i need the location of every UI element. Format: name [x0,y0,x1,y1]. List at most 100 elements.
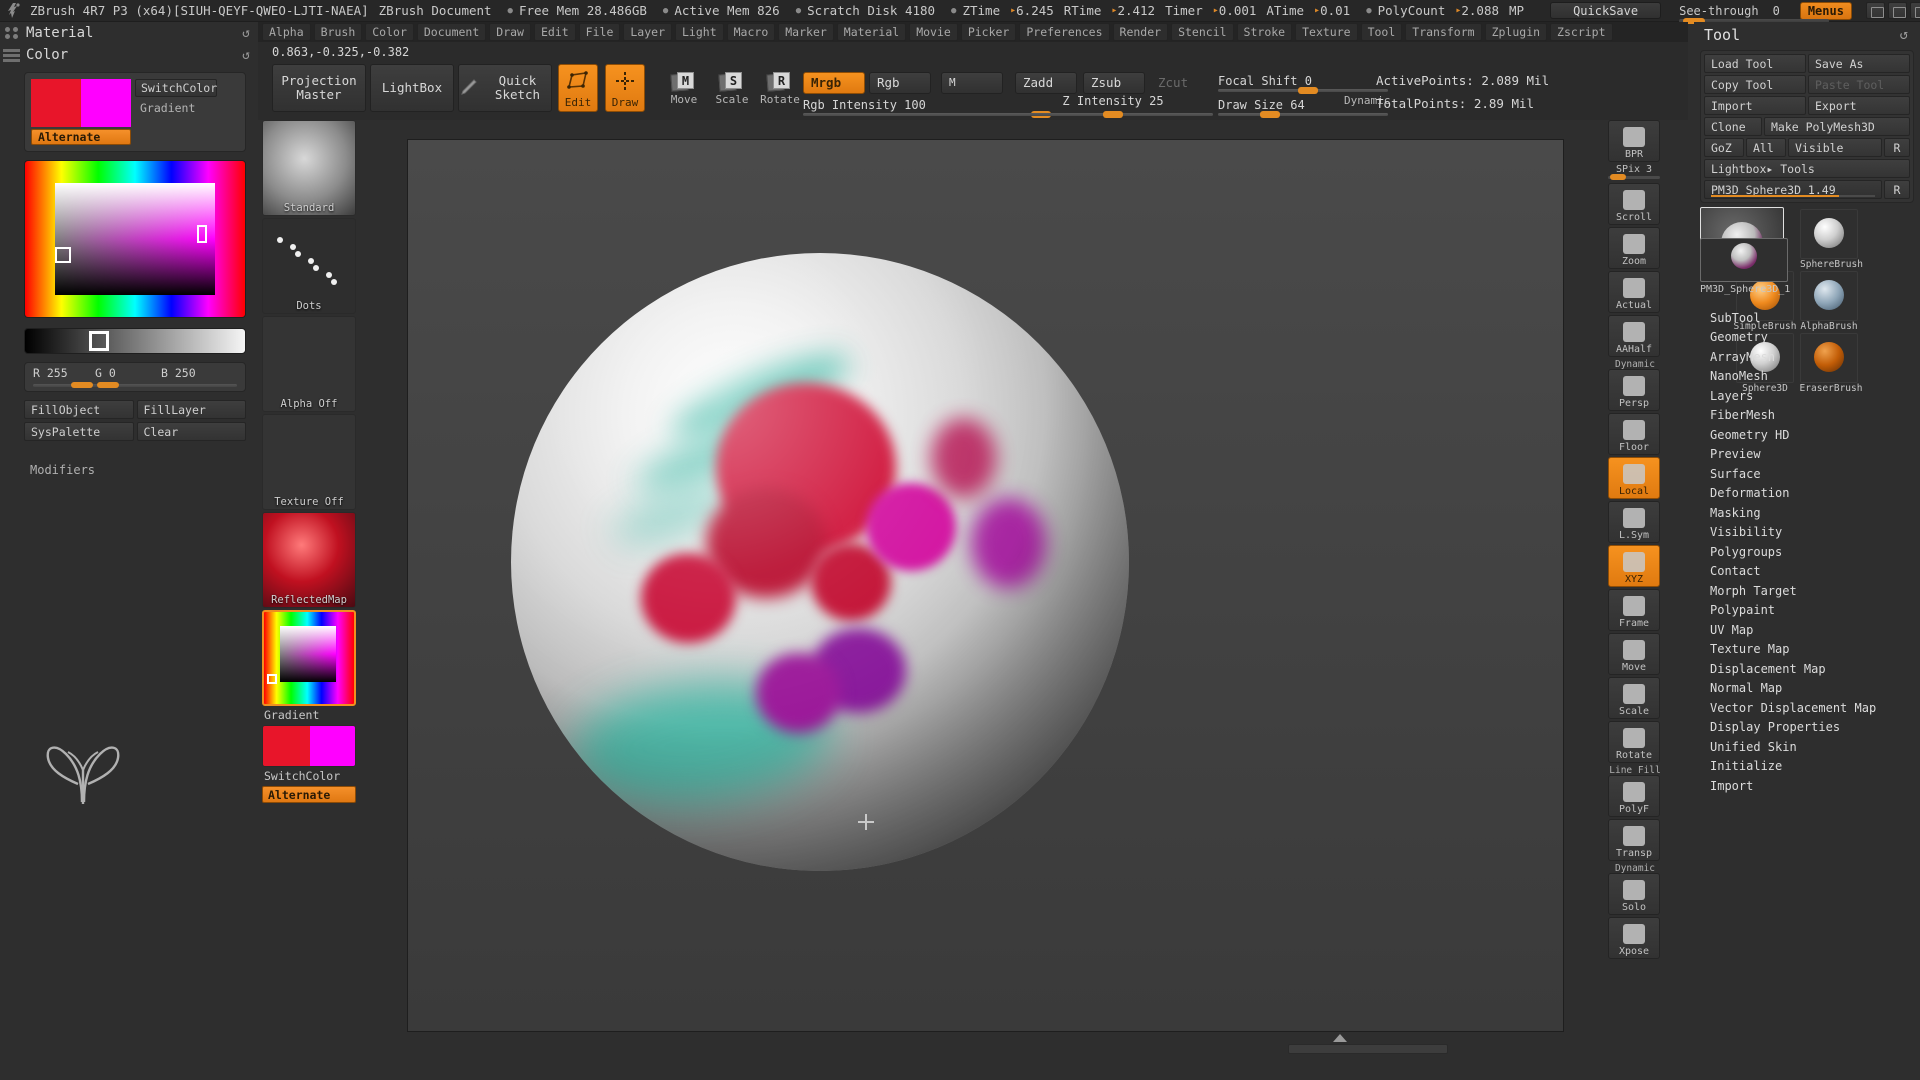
nav-button-bpr[interactable]: BPR [1608,120,1660,162]
import-button[interactable]: Import [1704,96,1806,115]
zsub-button[interactable]: Zsub [1083,72,1145,94]
edit-button[interactable]: Edit [558,64,598,112]
current-tool-name-field[interactable]: PM3D_Sphere3D_1.49 [1704,180,1882,199]
nav-button-l-sym[interactable]: L.Sym [1608,501,1660,543]
zadd-button[interactable]: Zadd [1015,72,1077,94]
menu-item-texture[interactable]: Texture [1295,23,1358,41]
nav-button-local[interactable]: Local [1608,457,1660,499]
tool-section-initialize[interactable]: Initialize [1694,757,1920,777]
tool-section-vector-displacement-map[interactable]: Vector Displacement Map [1694,698,1920,718]
canvas-scroll-up-arrow-icon[interactable] [1333,1034,1347,1042]
switchcolor-button[interactable]: SwitchColor [135,79,217,97]
z-intensity-knob[interactable] [1103,111,1123,118]
canvas-horizontal-scrollbar[interactable] [1288,1044,1448,1054]
menu-item-document[interactable]: Document [416,23,487,41]
saturation-value-field[interactable] [55,183,215,295]
tool-section-uv-map[interactable]: UV Map [1694,620,1920,640]
focal-shift-knob[interactable] [1298,87,1318,94]
switchcolor-secondary[interactable] [310,726,355,766]
projection-master-button[interactable]: Projection Master [272,64,366,112]
tool-section-layers[interactable]: Layers [1694,386,1920,406]
menu-item-macro[interactable]: Macro [726,23,776,41]
layout-icon-1[interactable] [1865,2,1885,19]
tool-section-masking[interactable]: Masking [1694,503,1920,523]
nav-button-actual[interactable]: Actual [1608,271,1660,313]
alternate-button[interactable]: Alternate [31,129,131,145]
tool-section-texture-map[interactable]: Texture Map [1694,640,1920,660]
menu-item-picker[interactable]: Picker [960,23,1017,41]
menu-item-zplugin[interactable]: Zplugin [1484,23,1548,41]
nav-button-xyz[interactable]: XYZ [1608,545,1660,587]
brush-cell-2[interactable]: Alpha Off [262,316,356,412]
nav-button-persp[interactable]: Persp Dynamic [1608,359,1660,411]
document-canvas[interactable] [407,139,1564,1032]
switchcolor-primary[interactable] [263,726,310,766]
draw-size-knob[interactable] [1260,111,1280,118]
visible-r-button[interactable]: R [1884,138,1910,157]
tool-section-geometry-hd[interactable]: Geometry HD [1694,425,1920,445]
spix-slider[interactable]: SPix 3 [1608,164,1660,180]
color-picker[interactable] [24,160,246,318]
menu-item-movie[interactable]: Movie [909,23,958,41]
export-button[interactable]: Export [1808,96,1910,115]
mrgb-button[interactable]: Mrgb [803,72,865,94]
tool-section-nanomesh[interactable]: NanoMesh [1694,367,1920,387]
rgb-button[interactable]: Rgb [869,72,931,94]
menu-item-transform[interactable]: Transform [1405,23,1482,41]
rgb-track[interactable] [33,384,237,387]
brush-cell-1[interactable]: Dots [262,218,356,314]
nav-button-aahalf[interactable]: AAHalf [1608,315,1660,357]
move-button[interactable]: M Move [658,72,710,106]
nav-button-scroll[interactable]: Scroll [1608,183,1660,225]
tool-section-preview[interactable]: Preview [1694,445,1920,465]
rotate-button[interactable]: R Rotate [754,72,806,106]
tool-thumb-pm3d-sphere3d-selected[interactable] [1700,238,1788,282]
gradient-button[interactable]: Gradient [135,99,217,117]
modifiers-label[interactable]: Modifiers [30,463,258,477]
menu-item-file[interactable]: File [578,23,621,41]
sculpted-sphere-mesh[interactable] [511,253,1129,871]
color-picker-cursor-right[interactable] [197,225,207,243]
clear-button[interactable]: Clear [136,422,246,441]
z-intensity-slider[interactable]: Z Intensity 25 [1013,94,1213,118]
tool-section-morph-target[interactable]: Morph Target [1694,581,1920,601]
visible-button[interactable]: Visible [1788,138,1882,157]
see-through-slider[interactable]: See-through 0 [1679,4,1830,24]
menu-item-light[interactable]: Light [675,23,724,41]
tool-section-deformation[interactable]: Deformation [1694,484,1920,504]
tool-section-fibermesh[interactable]: FiberMesh [1694,406,1920,426]
material-panel-header[interactable]: Material ↺ [0,22,258,44]
syspalette-button[interactable]: SysPalette [24,422,134,441]
rgb-knob-2[interactable] [97,382,119,388]
menu-item-layer[interactable]: Layer [623,23,672,41]
switchcolor-swatch-cell[interactable] [262,725,356,767]
color-reset-icon[interactable]: ↺ [242,48,250,63]
nav-button-polyf[interactable]: PolyF Line Fill [1608,765,1661,817]
tool-section-arraymesh[interactable]: ArrayMesh [1694,347,1920,367]
grayscale-cursor[interactable] [89,331,109,351]
tool-thumb-spherebrush[interactable] [1800,209,1858,259]
nav-button-floor[interactable]: Floor [1608,413,1660,455]
tool-panel-reset-icon[interactable]: ↺ [1900,27,1908,43]
focal-shift-slider[interactable]: Focal Shift 0 [1218,70,1388,94]
brush-cell-0[interactable]: Standard [262,120,356,216]
menu-item-brush[interactable]: Brush [313,23,363,41]
menus-button[interactable]: Menus [1799,1,1852,20]
brush-cell-3[interactable]: Texture Off [262,414,356,510]
lightbox-tools-button[interactable]: Lightbox▸ Tools [1704,159,1910,178]
menu-item-draw[interactable]: Draw [489,23,531,41]
tool-section-polygroups[interactable]: Polygroups [1694,542,1920,562]
nav-button-transp[interactable]: Transp [1608,819,1660,861]
color-panel-header[interactable]: Color ↺ [0,44,258,66]
current-tool-r-button[interactable]: R [1884,180,1910,199]
layout-icon-3[interactable] [1909,2,1920,19]
nav-button-move[interactable]: Move [1608,633,1660,675]
tool-section-normal-map[interactable]: Normal Map [1694,679,1920,699]
make-polymesh3d-button[interactable]: Make PolyMesh3D [1764,117,1910,136]
tool-section-display-properties[interactable]: Display Properties [1694,718,1920,738]
tool-section-geometry[interactable]: Geometry [1694,328,1920,348]
tool-section-surface[interactable]: Surface [1694,464,1920,484]
menu-item-zscript[interactable]: Zscript [1550,23,1613,41]
all-button[interactable]: All [1746,138,1786,157]
quicksave-button[interactable]: QuickSave [1550,2,1662,19]
